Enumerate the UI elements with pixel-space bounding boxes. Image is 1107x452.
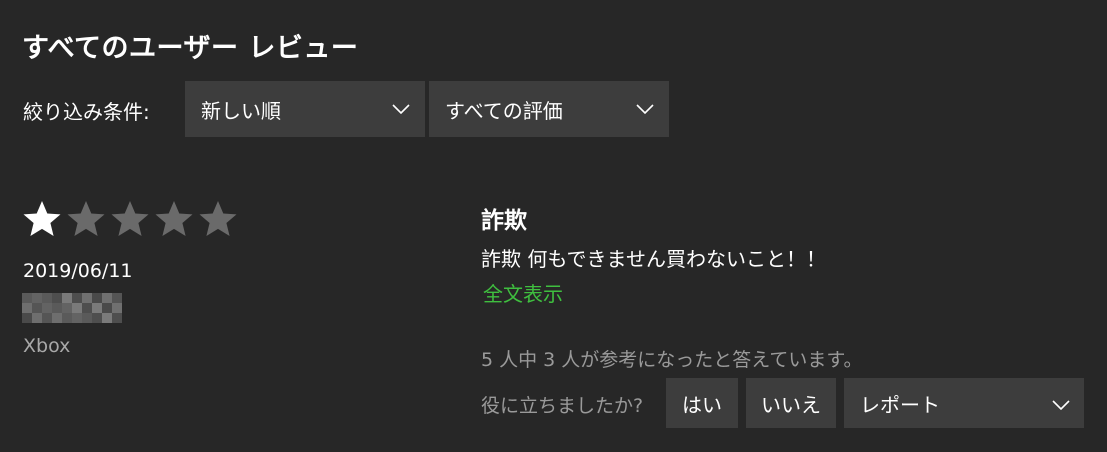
- blur-pixel: [62, 303, 72, 313]
- blur-pixel: [102, 303, 112, 313]
- rating-filter-value: すべての評価: [445, 98, 563, 123]
- rating-filter-dropdown[interactable]: すべての評価: [429, 81, 669, 137]
- blur-pixel: [72, 313, 82, 323]
- blur-pixel: [52, 303, 62, 313]
- filter-label: 絞り込み条件:: [23, 100, 150, 124]
- blur-pixel: [102, 293, 112, 303]
- star-rating: [22, 198, 238, 240]
- blur-pixel: [112, 293, 122, 303]
- review-device: Xbox: [23, 335, 71, 357]
- helpful-count-text: 5 人中 3 人が参考になったと答えています。: [481, 349, 863, 371]
- star-empty-icon: [66, 198, 106, 240]
- blur-pixel: [42, 303, 52, 313]
- blur-pixel: [112, 313, 122, 323]
- blur-pixel: [32, 293, 42, 303]
- chevron-down-icon: [635, 99, 655, 119]
- sort-dropdown[interactable]: 新しい順: [185, 81, 425, 137]
- blur-pixel: [82, 293, 92, 303]
- blur-pixel: [62, 293, 72, 303]
- helpful-yes-button[interactable]: はい: [666, 378, 738, 428]
- blur-pixel: [62, 313, 72, 323]
- report-dropdown-label: レポート: [860, 392, 940, 417]
- helpful-no-button[interactable]: いいえ: [746, 378, 836, 428]
- blur-pixel: [72, 303, 82, 313]
- report-dropdown[interactable]: レポート: [844, 378, 1084, 428]
- author-name-redacted: [22, 293, 122, 323]
- star-filled-icon: [22, 198, 62, 240]
- blur-pixel: [82, 313, 92, 323]
- sort-dropdown-value: 新しい順: [201, 98, 281, 123]
- blur-pixel: [92, 313, 102, 323]
- chevron-down-icon: [391, 99, 411, 119]
- show-full-review-link[interactable]: 全文表示: [483, 278, 563, 307]
- blur-pixel: [52, 313, 62, 323]
- reviews-page: すべてのユーザー レビュー 絞り込み条件: 新しい順 すべての評価 2019/0…: [0, 0, 1107, 452]
- review-date: 2019/06/11: [23, 260, 133, 282]
- blur-pixel: [22, 293, 32, 303]
- review-title: 詐欺: [481, 208, 527, 234]
- blur-pixel: [102, 313, 112, 323]
- chevron-down-icon: [1052, 391, 1070, 415]
- blur-pixel: [32, 303, 42, 313]
- helpful-question: 役に立ちましたか?: [481, 395, 644, 417]
- blur-pixel: [22, 313, 32, 323]
- blur-pixel: [52, 293, 62, 303]
- star-empty-icon: [198, 198, 238, 240]
- blur-pixel: [42, 293, 52, 303]
- blur-pixel: [92, 303, 102, 313]
- blur-pixel: [72, 293, 82, 303]
- blur-pixel: [112, 303, 122, 313]
- review-body: 詐欺 何もできません買わないこと！！: [481, 247, 826, 271]
- star-empty-icon: [154, 198, 194, 240]
- blur-pixel: [92, 293, 102, 303]
- blur-pixel: [32, 313, 42, 323]
- page-title: すべてのユーザー レビュー: [22, 33, 359, 64]
- star-empty-icon: [110, 198, 150, 240]
- blur-pixel: [22, 303, 32, 313]
- blur-pixel: [42, 313, 52, 323]
- blur-pixel: [82, 303, 92, 313]
